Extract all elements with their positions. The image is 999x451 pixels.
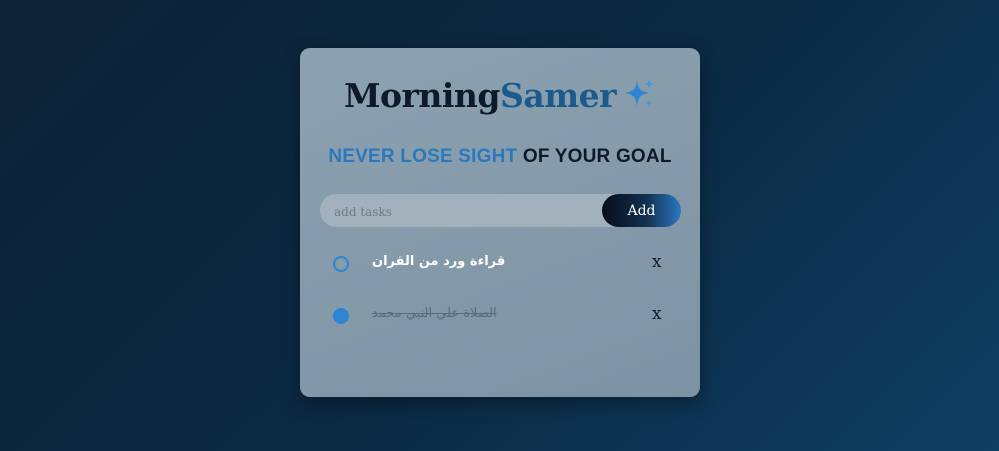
task-checkbox[interactable] <box>333 256 349 272</box>
task-checkbox-checked[interactable] <box>333 308 349 324</box>
app-title-part1: Morning <box>343 76 501 115</box>
task-text-completed: الصلاة علي النبي محمد <box>372 306 497 321</box>
todo-card: MorningSamer NEVER LOSE SIGHT OF YOUR GO… <box>300 48 700 397</box>
task-item[interactable]: قراءة ورد من القران x <box>300 252 700 276</box>
remove-task-button[interactable]: x <box>652 252 662 272</box>
sparkle-icon <box>625 79 655 107</box>
app-title: MorningSamer <box>300 76 700 115</box>
task-input[interactable] <box>332 194 601 229</box>
task-input-row: Add <box>320 194 681 229</box>
add-button[interactable]: Add <box>602 194 681 227</box>
task-item[interactable]: الصلاة علي النبي محمد x <box>300 304 700 328</box>
tagline-part2: OF YOUR GOAL <box>517 146 672 167</box>
remove-task-button[interactable]: x <box>652 304 662 324</box>
tagline-part1: NEVER LOSE SIGHT <box>328 146 518 167</box>
app-title-part2: Samer <box>500 76 617 115</box>
tagline: NEVER LOSE SIGHT OF YOUR GOAL <box>300 146 700 168</box>
task-text: قراءة ورد من القران <box>372 254 506 269</box>
